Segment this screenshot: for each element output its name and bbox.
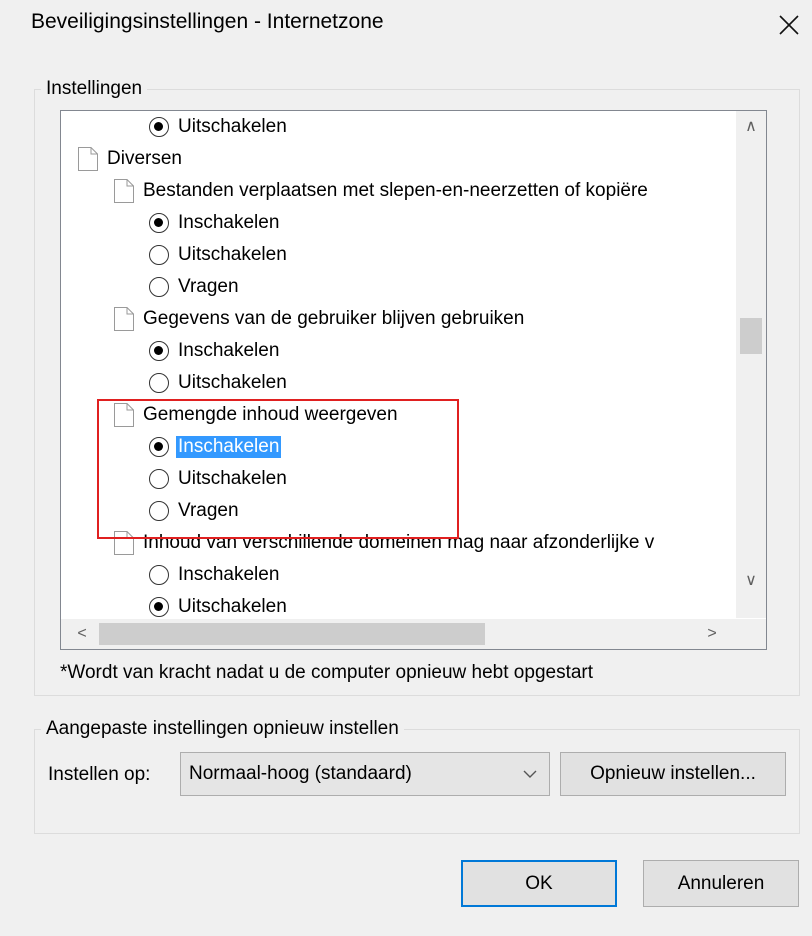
tree-row-label: Vragen (178, 500, 239, 521)
tree-category: Diversen (77, 143, 182, 175)
radio-option[interactable]: Inschakelen (149, 431, 282, 463)
tree-row-label: Uitschakelen (178, 372, 287, 393)
reset-button[interactable]: Opnieuw instellen... (560, 752, 786, 796)
tree-setting: Inhoud van verschillende domeinen mag na… (113, 527, 654, 559)
settings-group-legend: Instellingen (46, 78, 143, 99)
reset-level-select[interactable]: Normaal-hoog (standaard) (180, 752, 550, 796)
radio-option[interactable]: Uitschakelen (149, 463, 287, 495)
scrollbar-corner (736, 619, 766, 649)
radio-unchecked-icon[interactable] (149, 565, 169, 585)
radio-unchecked-icon[interactable] (149, 245, 169, 265)
settings-tree[interactable]: Uitschakelen Diversen Bestanden verplaatse… (60, 110, 767, 650)
tree-setting: Bestanden verplaatsen met slepen-en-neer… (113, 175, 648, 207)
scroll-right-icon[interactable]: > (697, 619, 727, 649)
tree-row-label: Uitschakelen (178, 596, 287, 617)
tree-row-label: Inschakelen (178, 564, 280, 585)
radio-option[interactable]: Inschakelen (149, 335, 279, 367)
document-icon (114, 179, 134, 203)
window-title: Beveiligingsinstellingen - Internetzone (31, 10, 384, 33)
document-icon (78, 147, 98, 171)
tree-row-label: Inhoud van verschillende domeinen mag na… (143, 532, 655, 553)
ok-button[interactable]: OK (461, 860, 617, 907)
tree-row-label: Inschakelen (176, 436, 282, 458)
cancel-button[interactable]: Annuleren (643, 860, 799, 907)
document-icon (114, 531, 134, 555)
reset-group-legend: Aangepaste instellingen opnieuw instelle… (46, 718, 399, 739)
reset-level-label: Instellen op: (48, 764, 151, 785)
close-icon[interactable] (772, 8, 806, 42)
tree-row-label: Uitschakelen (178, 468, 287, 489)
radio-option[interactable]: Inschakelen (149, 207, 279, 239)
radio-unchecked-icon[interactable] (149, 277, 169, 297)
tree-row-label: Bestanden verplaatsen met slepen-en-neer… (143, 180, 648, 201)
radio-option[interactable]: Uitschakelen (149, 239, 287, 271)
radio-option[interactable]: Uitschakelen (149, 591, 287, 618)
tree-row-label: Gegevens van de gebruiker blijven gebrui… (143, 308, 525, 329)
radio-option[interactable]: Uitschakelen (149, 367, 287, 399)
settings-tree-content: Uitschakelen Diversen Bestanden verplaatse… (61, 111, 735, 618)
document-icon (114, 403, 134, 427)
radio-checked-icon[interactable] (149, 341, 169, 361)
tree-row-label: Uitschakelen (178, 244, 287, 265)
scroll-up-icon[interactable]: ∧ (736, 111, 766, 141)
radio-option[interactable]: Inschakelen (149, 559, 279, 591)
radio-unchecked-icon[interactable] (149, 373, 169, 393)
radio-checked-icon[interactable] (149, 213, 169, 233)
reset-level-value: Normaal-hoog (standaard) (189, 763, 412, 784)
tree-row-label: Uitschakelen (178, 116, 287, 137)
tree-row-label: Vragen (178, 276, 239, 297)
scroll-down-icon[interactable]: ∨ (736, 565, 766, 595)
radio-checked-icon[interactable] (149, 597, 169, 617)
radio-checked-icon[interactable] (149, 437, 169, 457)
vertical-scrollbar[interactable]: ∧ ∨ (736, 111, 766, 618)
radio-option[interactable]: Uitschakelen (149, 111, 287, 143)
tree-row-label: Inschakelen (178, 340, 280, 361)
tree-row-label: Diversen (107, 148, 182, 169)
restart-note: *Wordt van kracht nadat u de computer op… (60, 662, 594, 683)
tree-row-label: Inschakelen (178, 212, 280, 233)
radio-option[interactable]: Vragen (149, 271, 239, 303)
tree-row-label: Gemengde inhoud weergeven (143, 404, 398, 425)
radio-option[interactable]: Vragen (149, 495, 239, 527)
chevron-down-icon (523, 770, 537, 778)
horizontal-scrollbar[interactable]: < > (61, 619, 766, 649)
radio-unchecked-icon[interactable] (149, 469, 169, 489)
tree-setting: Gemengde inhoud weergeven (113, 399, 398, 431)
document-icon (114, 307, 134, 331)
tree-setting: Gegevens van de gebruiker blijven gebrui… (113, 303, 524, 335)
scroll-left-icon[interactable]: < (67, 619, 97, 649)
radio-checked-icon[interactable] (149, 117, 169, 137)
horizontal-scroll-thumb[interactable] (99, 623, 485, 645)
radio-unchecked-icon[interactable] (149, 501, 169, 521)
vertical-scroll-thumb[interactable] (740, 318, 762, 354)
